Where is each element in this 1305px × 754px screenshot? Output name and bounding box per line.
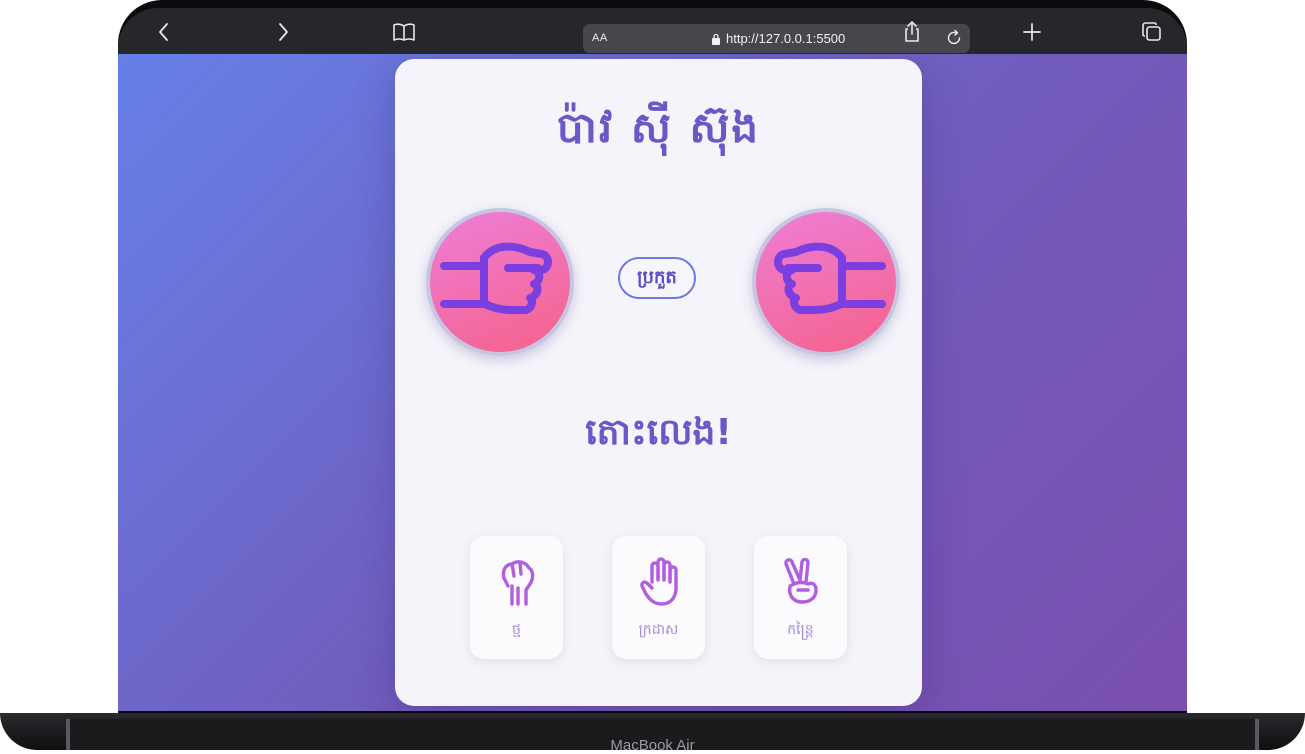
share-icon[interactable] <box>900 20 924 44</box>
pointing-hand-icon <box>774 242 886 314</box>
choice-rock-label: ថ្ម <box>512 622 521 638</box>
tabs-icon[interactable] <box>1140 20 1164 44</box>
reload-icon[interactable] <box>944 28 964 48</box>
open-hand-icon <box>640 557 678 606</box>
chevron-right-icon[interactable] <box>271 20 295 44</box>
peace-hand-icon <box>784 557 818 604</box>
pointing-hand-icon <box>440 242 552 314</box>
choice-paper-button[interactable]: ក្រដាស <box>612 536 705 659</box>
chevron-left-icon[interactable] <box>152 20 176 44</box>
choice-scissors-button[interactable]: កន្ត្រៃ <box>754 536 847 659</box>
vs-badge: ប្រកួត <box>618 257 696 299</box>
book-icon[interactable] <box>392 20 416 44</box>
page-viewport: ប៉ាវ ស៊ី ស៊ុង ប្រកួត តោះលេង! ថ្ម ក្រដាស … <box>118 54 1187 711</box>
status-text: តោះលេង! <box>585 412 732 453</box>
url-text: http://127.0.0.1:5500 <box>726 31 846 46</box>
game-title: ប៉ាវ ស៊ី ស៊ុង <box>556 103 761 152</box>
game-card: ប៉ាវ ស៊ី ស៊ុង ប្រកួត តោះលេង! ថ្ម ក្រដាស … <box>395 59 922 706</box>
device-model-label: MacBook Air <box>610 737 695 754</box>
browser-toolbar: AA http://127.0.0.1:5500 <box>118 8 1187 54</box>
choice-scissors-label: កន្ត្រៃ <box>787 622 814 638</box>
reader-mode-button[interactable]: AA <box>592 32 608 44</box>
choice-rock-button[interactable]: ថ្ម <box>470 536 563 659</box>
player-hand-display <box>426 208 574 356</box>
fist-icon <box>501 560 535 606</box>
computer-hand-display <box>752 208 900 356</box>
plus-icon[interactable] <box>1020 20 1044 44</box>
choice-paper-label: ក្រដាស <box>638 622 679 638</box>
lock-icon <box>712 33 720 45</box>
